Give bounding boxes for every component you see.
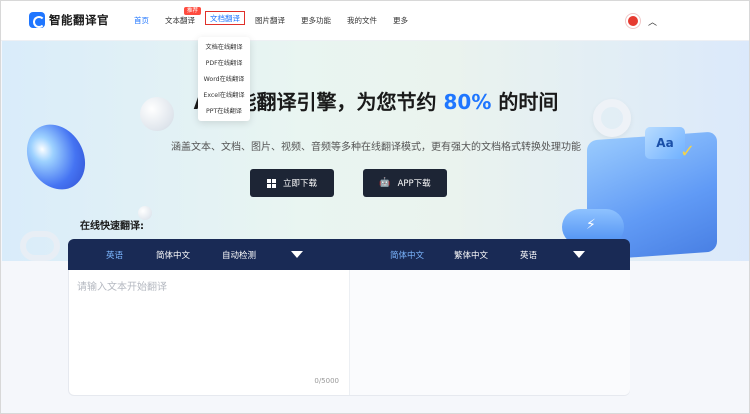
nav-image-translate[interactable]: 图片翻译 — [255, 15, 285, 26]
target-pane — [350, 270, 630, 395]
hero-title-accent: 80% — [443, 90, 492, 114]
source-lang-auto[interactable]: 自动检测 — [222, 249, 256, 261]
download-button[interactable]: 立即下载 — [250, 169, 334, 197]
crystal-decoration — [15, 113, 97, 201]
source-lang-dropdown-icon[interactable] — [291, 251, 303, 258]
translator-body: 0/5000 — [68, 270, 630, 396]
hero-subtitle: 涵盖文本、文档、图片、视频、音频等多种在线翻译模式，更有强大的文档格式转换处理功… — [171, 142, 581, 153]
hero-title-suffix: 的时间 — [498, 90, 559, 114]
nav-doc-translate[interactable]: 文档翻译 — [205, 11, 245, 25]
nav-text-translate[interactable]: 文本翻译 — [165, 15, 195, 26]
nav-home[interactable]: 首页 — [134, 15, 149, 26]
avatar-icon — [628, 16, 638, 26]
nav-more-features[interactable]: 更多功能 — [301, 15, 331, 26]
nav-more[interactable]: 更多 — [393, 15, 408, 26]
target-lang-traditional[interactable]: 繁体中文 — [454, 249, 488, 261]
dropdown-item-word[interactable]: Word在线翻译 — [198, 72, 250, 88]
dropdown-item-ppt[interactable]: PPT在线翻译 — [198, 104, 250, 120]
source-lang-simplified[interactable]: 简体中文 — [156, 249, 190, 261]
logo-icon — [29, 12, 45, 28]
source-lang-english[interactable]: 英语 — [106, 249, 123, 261]
doc-translate-dropdown: 文档在线翻译 PDF在线翻译 Word在线翻译 Excel在线翻译 PPT在线翻… — [198, 37, 250, 121]
app-download-button[interactable]: 🤖 APP下载 — [363, 169, 447, 197]
download-button-label: 立即下载 — [282, 179, 317, 189]
translator-title: 在线快速翻译: — [80, 221, 144, 232]
logo[interactable]: 智能翻译官 — [29, 12, 109, 28]
chevron-up-icon[interactable]: ︿ — [648, 15, 657, 28]
main-nav: 首页 文本翻译 文档翻译 图片翻译 更多功能 我的文件 更多 — [134, 11, 424, 26]
source-text-input[interactable] — [77, 278, 342, 368]
app-download-label: APP下载 — [397, 179, 431, 189]
recommend-badge: 推荐 — [184, 7, 202, 15]
logo-text: 智能翻译官 — [49, 13, 109, 27]
target-lang-dropdown-icon[interactable] — [573, 251, 585, 258]
dropdown-item-excel[interactable]: Excel在线翻译 — [198, 88, 250, 104]
avatar[interactable] — [625, 13, 641, 29]
android-icon: 🤖 — [379, 178, 391, 188]
hero-title: AI智能翻译引擎，为您节约 80% 的时间 — [1, 86, 749, 115]
dropdown-item-doc[interactable]: 文档在线翻译 — [198, 40, 250, 56]
top-nav-bar: 智能翻译官 首页 文本翻译 文档翻译 图片翻译 更多功能 我的文件 更多 推荐 … — [1, 1, 749, 41]
char-counter: 0/5000 — [314, 377, 339, 385]
target-lang-simplified[interactable]: 简体中文 — [390, 249, 424, 261]
source-pane: 0/5000 — [69, 270, 350, 395]
dropdown-item-pdf[interactable]: PDF在线翻译 — [198, 56, 250, 72]
language-bar: 英语 简体中文 自动检测 简体中文 繁体中文 英语 — [68, 239, 630, 270]
target-lang-english[interactable]: 英语 — [520, 249, 537, 261]
page-frame: Aa ✓ AI智能翻译引擎，为您节约 80% 的时间 涵盖文本、文档、图片、视频… — [0, 0, 750, 414]
coil-decoration — [20, 231, 60, 261]
windows-icon — [266, 178, 276, 188]
nav-my-files[interactable]: 我的文件 — [347, 15, 377, 26]
